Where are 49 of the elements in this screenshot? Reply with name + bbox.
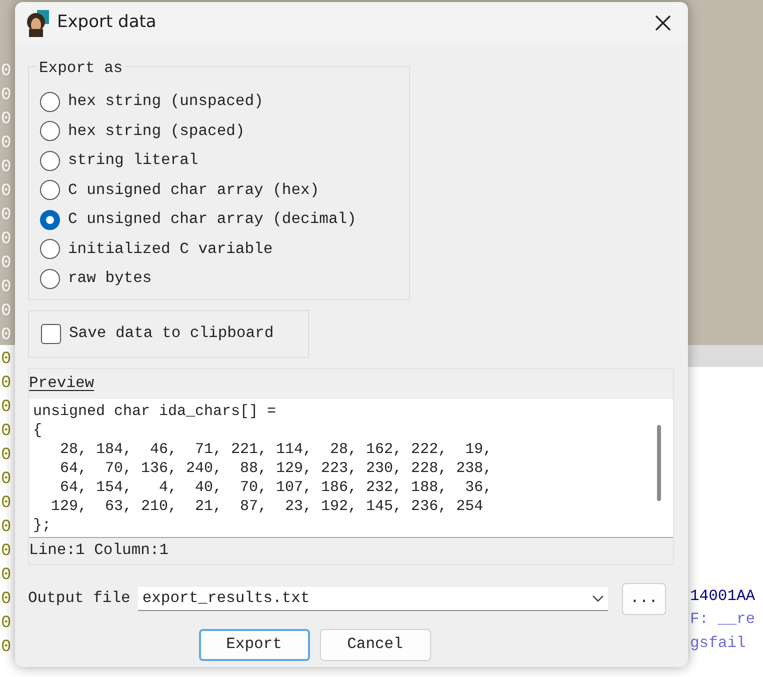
address-fragment: 0 — [1, 61, 12, 83]
radio-option[interactable]: raw bytes — [40, 264, 409, 294]
address-fragment: 0 — [1, 205, 12, 227]
address-fragment: 0 — [1, 301, 12, 323]
address-fragment: 0 — [1, 565, 12, 587]
address-fragment: 0 — [1, 181, 12, 203]
code-fragment: 14001AA — [690, 586, 756, 607]
preview-title: Preview — [29, 373, 94, 394]
output-file-label: Output file — [28, 588, 130, 610]
code-fragment: F: __re — [690, 609, 756, 630]
code-fragment: gsfail — [690, 633, 746, 654]
radio-option[interactable]: hex string (spaced) — [40, 116, 409, 146]
address-fragment: 0 — [1, 445, 12, 467]
address-fragment: 0 — [1, 589, 12, 611]
window-title: Export data — [57, 11, 156, 34]
caret-icon — [592, 594, 604, 602]
dialog-button[interactable]: Cancel — [320, 629, 430, 661]
close-icon — [654, 14, 672, 32]
clipboard-checkbox[interactable]: Save data to clipboard — [41, 319, 274, 349]
address-fragment: 0 — [1, 85, 12, 107]
radio-option[interactable]: hex string (unspaced) — [40, 87, 409, 116]
address-fragment: 0 — [1, 157, 12, 179]
output-file-combo[interactable]: export_results.txt — [138, 587, 608, 611]
address-fragment: 0 — [1, 277, 12, 299]
address-fragment: 0 — [1, 397, 12, 419]
radio-option[interactable]: C unsigned char array (decimal) — [40, 205, 409, 234]
radio-option[interactable]: C unsigned char array (hex) — [40, 176, 409, 205]
address-fragment: 0 — [1, 373, 12, 395]
address-fragment: 0 — [1, 325, 12, 347]
browse-button[interactable]: ... — [622, 583, 666, 615]
radio-option[interactable]: string literal — [40, 146, 409, 176]
address-fragment: 0 — [1, 229, 12, 251]
radio-option[interactable]: initialized C variable — [40, 234, 409, 264]
address-fragment: 0 — [1, 469, 12, 491]
address-fragment: 0 — [1, 637, 12, 659]
address-fragment: 0 — [1, 109, 12, 131]
address-fragment: 0 — [1, 349, 12, 371]
dialog-button[interactable]: Export — [198, 629, 310, 661]
status-text: Line:1 Column:1 — [29, 540, 169, 561]
app-icon — [25, 9, 51, 37]
code-preview: unsigned char ida_chars[] = { 28, 184, 46, 71, 221, 114, 28, 162, 222, 19, 64, 70, 136, 240, 88, 129, 223, 230, 228, 238, 64, 154, 4, 40, 70, 107, 186, 232, 188, 36, 129, 63, 210, 21, 87, 23, 192, 145, 236, 254 }; — [29, 399, 673, 537]
address-fragment: 0 — [1, 493, 12, 515]
address-fragment: 0 — [1, 133, 12, 155]
scrollbar[interactable] — [657, 425, 661, 501]
address-fragment: 0 — [1, 613, 12, 635]
address-fragment: 0 — [1, 421, 12, 443]
address-fragment: 0 — [1, 517, 12, 539]
address-fragment: 0 — [1, 253, 12, 275]
address-fragment: 0 — [1, 541, 12, 563]
